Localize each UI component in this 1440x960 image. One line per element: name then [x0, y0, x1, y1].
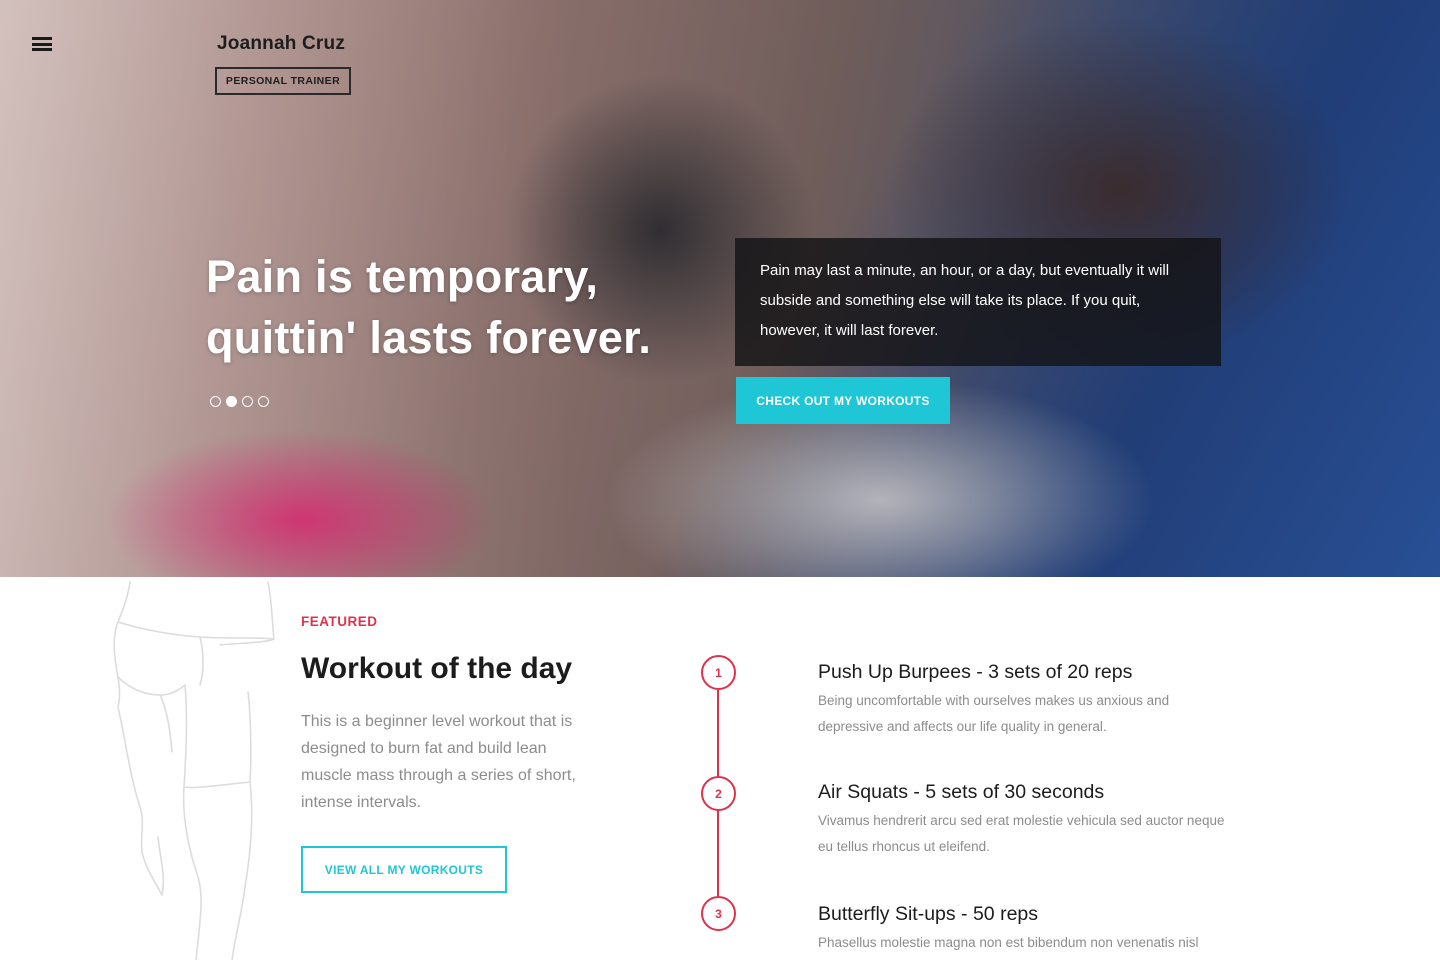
brand-tagline-badge: PERSONAL TRAINER — [215, 67, 351, 95]
hero-headline-line1: Pain is temporary, — [206, 251, 599, 302]
hamburger-menu-icon[interactable] — [32, 37, 52, 51]
slider-dot-4[interactable] — [258, 396, 269, 407]
step-number-1: 1 — [701, 655, 736, 690]
hero-headline-line2: quittin' lasts forever. — [206, 312, 652, 363]
check-out-workouts-button[interactable]: CHECK OUT MY WORKOUTS — [736, 377, 950, 424]
exercise-title-3[interactable]: Butterfly Sit-ups - 50 reps — [818, 903, 1038, 926]
exercise-title-1[interactable]: Push Up Burpees - 3 sets of 20 reps — [818, 661, 1132, 684]
step-number-2: 2 — [701, 776, 736, 811]
exercise-desc-3: Phasellus molestie magna non est bibendu… — [818, 935, 1199, 950]
featured-eyebrow: FEATURED — [301, 614, 378, 629]
body-outline-illustration — [113, 581, 275, 960]
workout-of-the-day-title: Workout of the day — [301, 652, 573, 685]
exercise-desc-1: Being uncomfortable with ourselves makes… — [818, 693, 1170, 734]
slider-dot-2[interactable] — [226, 396, 237, 407]
view-all-workouts-button[interactable]: VIEW ALL MY WORKOUTS — [301, 846, 507, 893]
hero-quote-box: Pain may last a minute, an hour, or a da… — [735, 238, 1221, 366]
step-number-3: 3 — [701, 896, 736, 931]
slider-dot-3[interactable] — [242, 396, 253, 407]
exercise-desc-2: Vivamus hendrerit arcu sed erat molestie… — [818, 813, 1225, 854]
hero-banner: Joannah Cruz PERSONAL TRAINER Pain is te… — [0, 0, 1440, 577]
hero-headline: Pain is temporary, quittin' lasts foreve… — [206, 246, 726, 368]
slider-dot-1[interactable] — [210, 396, 221, 407]
brand-name[interactable]: Joannah Cruz — [217, 33, 345, 55]
workout-description: This is a beginner level workout that is… — [301, 713, 576, 811]
hero-quote-text: Pain may last a minute, an hour, or a da… — [760, 262, 1170, 339]
exercise-title-2[interactable]: Air Squats - 5 sets of 30 seconds — [818, 781, 1104, 804]
slider-dots — [210, 396, 269, 407]
